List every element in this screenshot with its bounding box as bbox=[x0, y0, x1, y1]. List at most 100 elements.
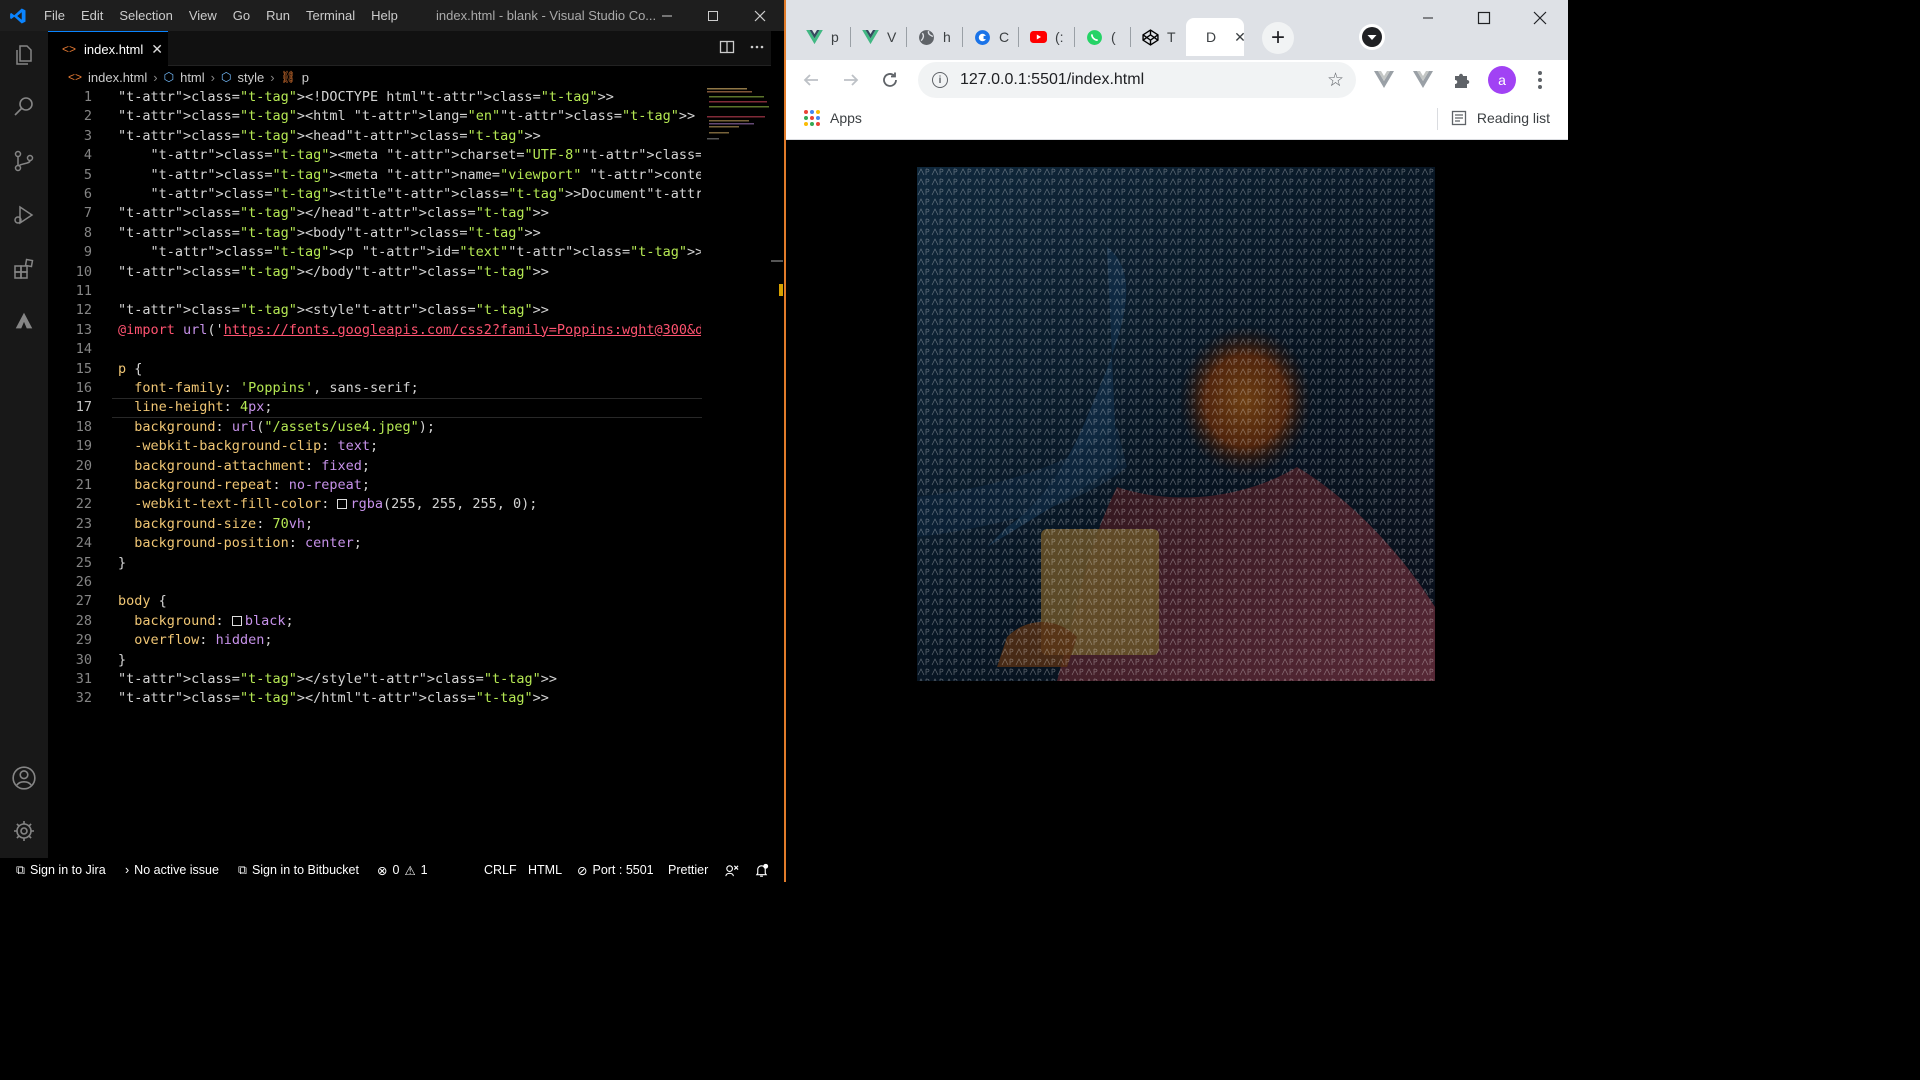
minimize-button[interactable] bbox=[644, 0, 690, 31]
reading-list-button[interactable]: Reading list bbox=[1451, 110, 1550, 126]
browser-tab[interactable]: ( bbox=[1074, 18, 1130, 56]
apps-shortcut[interactable]: Apps bbox=[804, 110, 862, 126]
split-editor-icon[interactable] bbox=[719, 39, 735, 58]
code-line[interactable]: 17 line-height: 4px; bbox=[48, 398, 748, 417]
new-tab-button[interactable]: + bbox=[1262, 22, 1294, 54]
browser-tab[interactable]: D ✕ bbox=[1186, 18, 1246, 56]
code-line[interactable]: 4 "t-attr">class="t-tag"><meta "t-attr">… bbox=[48, 146, 748, 165]
address-bar[interactable]: i 127.0.0.1:5501/index.html ☆ bbox=[918, 62, 1356, 98]
code-line[interactable]: 19 -webkit-background-clip: text; bbox=[48, 437, 748, 456]
browser-tab[interactable]: p bbox=[794, 18, 850, 56]
bitbucket-status[interactable]: ⧉ Sign in to Bitbucket bbox=[238, 858, 359, 882]
menu-go[interactable]: Go bbox=[225, 0, 258, 31]
tab-search-icon[interactable] bbox=[1359, 24, 1385, 50]
close-tab-icon[interactable]: ✕ bbox=[151, 41, 163, 58]
menu-selection[interactable]: Selection bbox=[111, 0, 180, 31]
code-line[interactable]: 13 @import url('https://fonts.googleapis.… bbox=[48, 321, 748, 340]
code-line[interactable]: 7 "t-attr">class="t-tag"></head"t-attr">c… bbox=[48, 204, 748, 223]
settings-gear-icon[interactable] bbox=[0, 807, 48, 855]
code-line[interactable]: 29 overflow: hidden; bbox=[48, 631, 748, 650]
maximize-button[interactable] bbox=[690, 0, 736, 31]
extensions-puzzle-icon[interactable] bbox=[1450, 68, 1474, 92]
profile-avatar[interactable]: a bbox=[1488, 66, 1516, 94]
menu-help[interactable]: Help bbox=[363, 0, 406, 31]
code-line[interactable]: 20 background-attachment: fixed; bbox=[48, 457, 748, 476]
code-line[interactable]: 8 "t-attr">class="t-tag"><body"t-attr">cl… bbox=[48, 224, 748, 243]
atlassian-icon[interactable] bbox=[0, 297, 48, 345]
code-line[interactable]: 18 background: url("/assets/use4.jpeg"); bbox=[48, 418, 748, 437]
code-line[interactable]: 22 -webkit-text-fill-color: rgba(255, 25… bbox=[48, 495, 748, 514]
menu-file[interactable]: File bbox=[36, 0, 73, 31]
browser-tab[interactable]: C bbox=[962, 18, 1018, 56]
notifications-bell-icon[interactable] bbox=[754, 858, 769, 882]
search-icon[interactable] bbox=[0, 83, 48, 131]
window-title: index.html - blank - Visual Studio Co... bbox=[436, 8, 657, 23]
code-line[interactable]: 23 background-size: 70vh; bbox=[48, 515, 748, 534]
code-line[interactable]: 24 background-position: center; bbox=[48, 534, 748, 553]
code-line[interactable]: 28 background: black; bbox=[48, 612, 748, 631]
code-line[interactable]: 21 background-repeat: no-repeat; bbox=[48, 476, 748, 495]
code-line[interactable]: 27 body { bbox=[48, 592, 748, 611]
code-line[interactable]: 9 "t-attr">class="t-tag"><p "t-attr">id=… bbox=[48, 243, 748, 262]
more-actions-icon[interactable] bbox=[749, 39, 765, 58]
bookmark-star-icon[interactable]: ☆ bbox=[1327, 69, 1344, 92]
chrome-minimize-button[interactable] bbox=[1400, 0, 1456, 36]
eol-status[interactable]: CRLF bbox=[484, 858, 517, 882]
live-server-status[interactable]: ⊘ Port : 5501 bbox=[577, 858, 654, 882]
feedback-icon[interactable] bbox=[724, 858, 739, 882]
code-line[interactable]: 14 bbox=[48, 340, 748, 359]
close-window-button[interactable] bbox=[737, 0, 783, 31]
code-line[interactable]: 11 bbox=[48, 282, 748, 301]
browser-tab[interactable]: V bbox=[850, 18, 906, 56]
vue-extension-icon[interactable] bbox=[1411, 68, 1435, 92]
chrome-menu-icon[interactable] bbox=[1530, 68, 1550, 92]
jira-status[interactable]: ⧉ Sign in to Jira bbox=[16, 858, 106, 882]
code-line[interactable]: 31 "t-attr">class="t-tag"></style"t-attr"… bbox=[48, 670, 748, 689]
browser-tab[interactable]: (: bbox=[1018, 18, 1074, 56]
reload-icon[interactable] bbox=[875, 65, 905, 95]
code-line[interactable]: 26 bbox=[48, 573, 748, 592]
code-line[interactable]: 2 "t-attr">class="t-tag"><html "t-attr">l… bbox=[48, 107, 748, 126]
vue-devtools-extension-icon[interactable] bbox=[1372, 68, 1396, 92]
extensions-icon[interactable] bbox=[0, 245, 48, 293]
back-arrow-icon[interactable] bbox=[796, 65, 826, 95]
line-number: 15 bbox=[75, 360, 92, 377]
code-line[interactable]: 30} bbox=[48, 651, 748, 670]
prettier-status[interactable]: Prettier bbox=[668, 858, 708, 882]
accounts-icon[interactable] bbox=[0, 754, 48, 802]
code-line[interactable]: 32 "t-attr">class="t-tag"></html"t-attr">… bbox=[48, 689, 748, 708]
code-editor[interactable]: 1 "t-attr">class="t-tag"><!DOCTYPE html"t… bbox=[48, 88, 771, 858]
run-debug-icon[interactable] bbox=[0, 191, 48, 239]
code-line[interactable]: 6 "t-attr">class="t-tag"><title"t-attr">… bbox=[48, 185, 748, 204]
problems-status[interactable]: ⊗ 0 ⚠ 1 bbox=[377, 858, 428, 882]
menu-view[interactable]: View bbox=[181, 0, 225, 31]
breadcrumb-file[interactable]: index.html bbox=[88, 70, 147, 85]
browser-tab[interactable]: h bbox=[906, 18, 962, 56]
code-line[interactable]: 15 p { bbox=[48, 360, 748, 379]
explorer-icon[interactable] bbox=[0, 31, 48, 79]
code-line[interactable]: 10 "t-attr">class="t-tag"></body"t-attr">… bbox=[48, 263, 748, 282]
minimap[interactable] bbox=[707, 88, 769, 148]
language-status[interactable]: HTML bbox=[528, 858, 562, 882]
code-line[interactable]: 25} bbox=[48, 554, 748, 573]
chrome-close-button[interactable] bbox=[1512, 0, 1568, 36]
forward-arrow-icon[interactable] bbox=[836, 65, 866, 95]
issue-status[interactable]: › No active issue bbox=[125, 858, 219, 882]
code-line[interactable]: 16 font-family: 'Poppins', sans-serif; bbox=[48, 379, 748, 398]
site-info-icon[interactable]: i bbox=[932, 72, 948, 88]
code-line[interactable]: 1 "t-attr">class="t-tag"><!DOCTYPE html"t… bbox=[48, 88, 748, 107]
code-line[interactable]: 12 "t-attr">class="t-tag"><style"t-attr">… bbox=[48, 301, 748, 320]
menu-run[interactable]: Run bbox=[258, 0, 298, 31]
breadcrumb-p[interactable]: p bbox=[302, 70, 309, 85]
chrome-maximize-button[interactable] bbox=[1456, 0, 1512, 36]
code-line[interactable]: 5 "t-attr">class="t-tag"><meta "t-attr">… bbox=[48, 166, 748, 185]
code-line[interactable]: 3 "t-attr">class="t-tag"><head"t-attr">cl… bbox=[48, 127, 748, 146]
browser-tab[interactable]: T bbox=[1130, 18, 1186, 56]
breadcrumb-style[interactable]: style bbox=[237, 70, 264, 85]
source-control-icon[interactable] bbox=[0, 137, 48, 185]
breadcrumb-html[interactable]: html bbox=[180, 70, 205, 85]
close-tab-icon[interactable]: ✕ bbox=[1234, 29, 1246, 46]
menu-terminal[interactable]: Terminal bbox=[298, 0, 363, 31]
menu-edit[interactable]: Edit bbox=[73, 0, 111, 31]
tab-index-html[interactable]: <> index.html ✕ bbox=[48, 31, 168, 66]
